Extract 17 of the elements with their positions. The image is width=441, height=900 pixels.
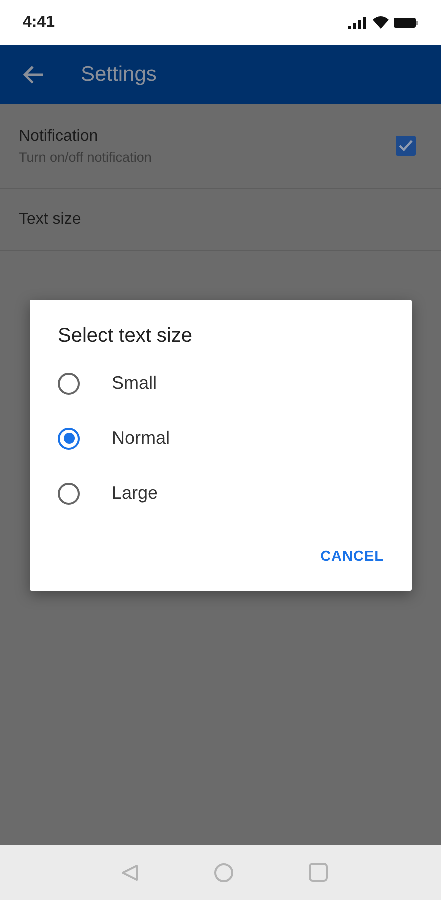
option-label[interactable]: Small [112,373,158,394]
battery-icon [394,16,419,28]
wifi-icon [373,16,389,29]
dialog-title: Select text size [58,325,194,348]
option-label[interactable]: Large [112,483,158,504]
radio-button[interactable] [58,428,80,450]
back-button[interactable] [22,64,44,84]
signal-icon [348,16,368,28]
checkbox[interactable] [396,136,416,156]
radio-button[interactable] [58,482,80,504]
back-arrow-icon [22,64,44,84]
setting-title: Notification [19,128,100,146]
option-label[interactable]: Normal [112,428,170,449]
cancel-button[interactable]: CANCEL [320,543,384,571]
radio-button[interactable] [58,372,80,394]
status-time: 4:41 [23,14,56,32]
screen-title: Settings [81,62,157,86]
